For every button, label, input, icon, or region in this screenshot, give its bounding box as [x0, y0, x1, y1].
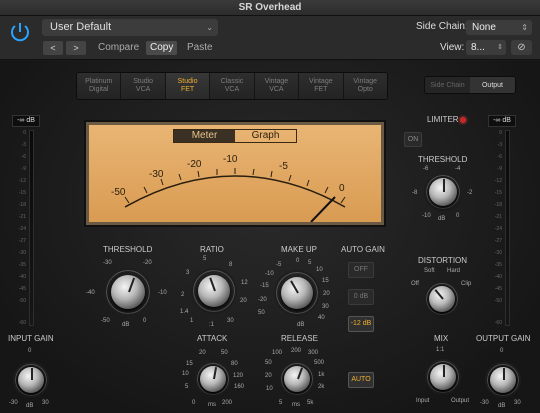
prev-preset-button[interactable]: < — [43, 41, 63, 55]
limiter-led — [460, 117, 466, 123]
vu-tick-label: 0 — [339, 183, 345, 194]
distortion-knob[interactable] — [429, 286, 455, 312]
side-chain-view-button[interactable]: Side Chain — [425, 77, 470, 93]
meter-view-toggle: Side Chain Output — [424, 76, 516, 94]
auto-gain-off-button[interactable]: OFF — [348, 262, 374, 278]
side-chain-select[interactable]: None ⇕ — [466, 20, 532, 35]
circuit-vintage-opto[interactable]: Vintage Opto — [343, 73, 387, 99]
makeup-label: MAKE UP — [281, 245, 318, 254]
input-gain-knob[interactable] — [18, 367, 44, 393]
link-icon: ⊘ — [517, 42, 526, 53]
vu-tick-label: -30 — [149, 169, 164, 180]
view-value: 8... — [471, 42, 485, 53]
vu-tick-label: -5 — [279, 161, 288, 172]
preset-name: User Default — [50, 21, 112, 33]
distortion-label: DISTORTION — [418, 256, 468, 265]
next-preset-button[interactable]: > — [66, 41, 86, 55]
attack-label: ATTACK — [197, 334, 228, 343]
mix-label: MIX — [434, 334, 449, 343]
circuit-vintage-fet[interactable]: Vintage FET — [299, 73, 344, 99]
input-meter-scale: 0 -3 -6 -9 -12 -15 -18 -21 -24 -27 -30 -… — [18, 130, 26, 326]
view-select[interactable]: 8... ⇕ — [466, 40, 506, 55]
input-gain-label: INPUT GAIN — [8, 334, 54, 343]
circuit-vintage-vca[interactable]: Vintage VCA — [254, 73, 300, 99]
input-level-bar — [29, 130, 34, 326]
vu-needle — [310, 196, 336, 222]
circuit-platinum-digital[interactable]: Platinum Digital — [77, 73, 122, 99]
window-title: SR Overhead — [0, 0, 540, 16]
release-knob[interactable] — [284, 366, 310, 392]
updown-chevron-icon: ⇕ — [521, 23, 528, 32]
auto-gain-0db-button[interactable]: 0 dB — [348, 289, 374, 305]
input-level-readout: -∞ dB — [12, 115, 40, 127]
limiter-threshold-knob[interactable] — [429, 178, 457, 206]
vu-tick-label: -20 — [187, 159, 202, 170]
output-level-readout: -∞ dB — [488, 115, 516, 127]
circuit-classic-vca[interactable]: Classic VCA — [210, 73, 255, 99]
ratio-label: RATIO — [200, 245, 224, 254]
side-chain-label: Side Chain: — [416, 21, 468, 32]
compare-button[interactable]: Compare — [94, 41, 143, 55]
circuit-studio-fet[interactable]: Studio FET — [165, 73, 211, 99]
preset-menu[interactable]: User Default ⌄ — [42, 19, 218, 36]
copy-button[interactable]: Copy — [146, 41, 178, 55]
side-chain-value: None — [472, 22, 496, 33]
threshold-knob[interactable] — [111, 275, 145, 309]
ratio-knob[interactable] — [198, 275, 230, 307]
power-icon[interactable] — [8, 20, 32, 44]
view-label: View: — [440, 42, 465, 53]
threshold-label: THRESHOLD — [103, 245, 153, 254]
output-gain-knob[interactable] — [490, 367, 516, 393]
vu-tick-label: -50 — [111, 187, 126, 198]
vu-meter: Meter Graph -50 -30 -20 -10 -5 0 — [86, 122, 384, 225]
makeup-knob[interactable] — [281, 277, 313, 309]
circuit-type-selector: Platinum Digital Studio VCA Studio FET Clas… — [76, 72, 388, 100]
auto-release-button[interactable]: AUTO — [348, 372, 374, 388]
release-label: RELEASE — [281, 334, 318, 343]
mix-knob[interactable] — [430, 364, 456, 390]
limiter-label: LIMITER — [427, 115, 459, 124]
auto-gain-minus12-button[interactable]: -12 dB — [348, 316, 374, 332]
limiter-on-button[interactable]: ON — [404, 132, 422, 147]
output-view-button[interactable]: Output — [470, 77, 515, 93]
vu-scale: -50 -30 -20 -10 -5 0 — [111, 154, 346, 222]
vu-tick-label: -10 — [223, 154, 238, 165]
chevron-down-icon: ⌄ — [206, 23, 213, 32]
auto-gain-label: AUTO GAIN — [341, 245, 385, 254]
limiter-threshold-label: THRESHOLD — [418, 155, 468, 164]
link-button[interactable]: ⊘ — [511, 40, 532, 55]
output-gain-label: OUTPUT GAIN — [476, 334, 531, 343]
circuit-studio-vca[interactable]: Studio VCA — [121, 73, 166, 99]
output-level-bar — [505, 130, 510, 326]
attack-knob[interactable] — [200, 366, 226, 392]
updown-chevron-icon: ⇕ — [497, 44, 503, 51]
paste-button[interactable]: Paste — [183, 41, 217, 55]
output-meter-scale: 0 -3 -6 -9 -12 -15 -18 -21 -24 -27 -30 -… — [494, 130, 502, 326]
